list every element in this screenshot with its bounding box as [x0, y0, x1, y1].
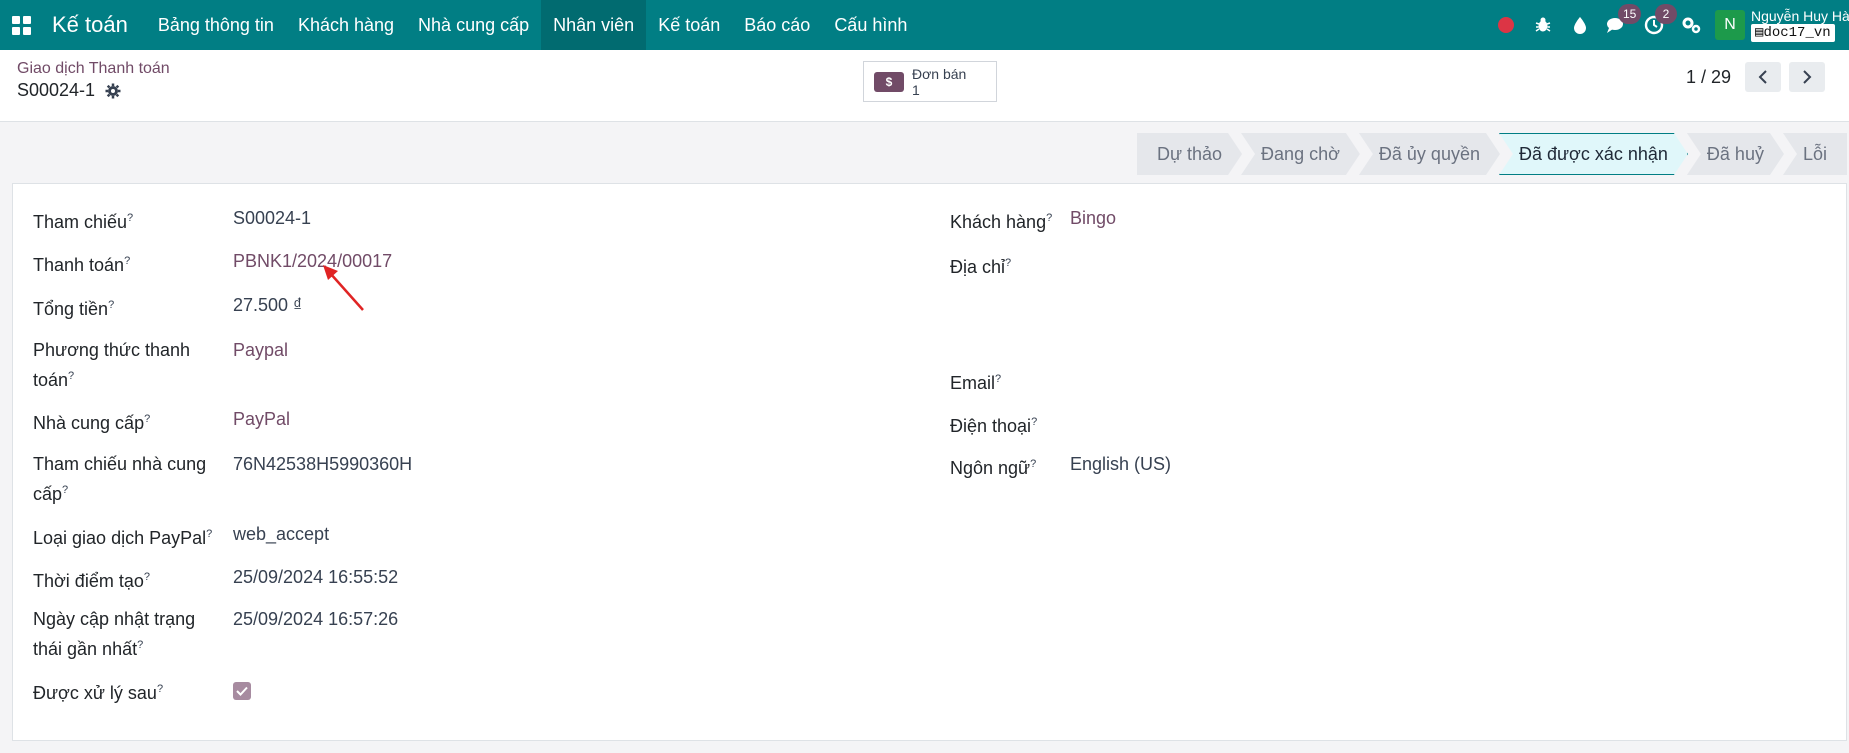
field-label: Thanh toán? [33, 255, 131, 275]
pager: 1 / 29 [1686, 62, 1825, 92]
field-create-date: Thời điểm tạo? 25/09/2024 16:55:52 [33, 564, 398, 594]
stage-draft[interactable]: Dự thảo [1137, 133, 1242, 175]
activities-icon[interactable]: 2 [1635, 0, 1677, 50]
menu-configuration[interactable]: Cấu hình [822, 0, 919, 50]
pager-next-button[interactable] [1789, 62, 1825, 92]
bug-icon[interactable] [1524, 0, 1561, 50]
status-bar: Dự thảo Đang chờ Đã ủy quyền Đã được xác… [1138, 133, 1847, 175]
breadcrumb[interactable]: Giao dịch Thanh toán [17, 60, 170, 78]
smart-button-label: Đơn bán [912, 65, 967, 82]
field-provider-reference: Tham chiếu nhà cung cấp? 76N42538H599036… [33, 451, 412, 507]
language-value: English (US) [1070, 454, 1172, 474]
messages-icon[interactable]: 15 [1598, 0, 1642, 50]
sale-orders-smart-button[interactable]: $ Đơn bán 1 [863, 61, 997, 102]
field-address: Địa chỉ? [950, 250, 1070, 280]
stage-cancelled[interactable]: Đã huỷ [1687, 133, 1784, 175]
app-brand[interactable]: Kế toán [42, 0, 146, 50]
user-name: Nguyễn Huy Hà [1751, 8, 1849, 24]
amount-value: 27.500 ₫ [233, 295, 303, 315]
record-name: S00024-1 [17, 80, 96, 100]
field-paypal-type: Loại giao dịch PayPal? web_accept [33, 521, 329, 551]
form-sheet: Tham chiếu? S00024-1 Thanh toán? PBNK1/2… [12, 183, 1847, 741]
menu-accounting[interactable]: Kế toán [646, 0, 732, 50]
field-payment-method: Phương thức thanh toán? Paypal [33, 337, 288, 393]
record-title: S00024-1 [17, 80, 121, 101]
top-navbar: Kế toán Bảng thông tin Khách hàng Nhà cu… [0, 0, 1849, 50]
field-label: Ngày cập nhật trạng thái gần nhất? [33, 609, 196, 659]
smart-button-count: 1 [912, 81, 920, 98]
field-label: Ngôn ngữ? [950, 458, 1037, 478]
field-label: Địa chỉ? [950, 257, 1012, 277]
last-state-change-value: 25/09/2024 16:57:26 [233, 609, 399, 629]
field-amount: Tổng tiền? 27.500 ₫ [33, 292, 302, 322]
field-label: Email? [950, 373, 1002, 393]
stage-pending[interactable]: Đang chờ [1241, 133, 1360, 175]
record-icon[interactable] [1487, 0, 1524, 50]
field-label: Tham chiếu nhà cung cấp? [33, 454, 207, 504]
field-customer: Khách hàng? Bingo [950, 205, 1116, 235]
stage-error[interactable]: Lỗi [1782, 133, 1847, 175]
avatar[interactable]: N [1715, 10, 1745, 40]
money-icon: $ [874, 71, 904, 92]
menu-vendors[interactable]: Nhà cung cấp [406, 0, 541, 50]
field-reference: Tham chiếu? S00024-1 [33, 205, 311, 235]
menu-reporting[interactable]: Báo cáo [732, 0, 822, 50]
stage-authorized[interactable]: Đã ủy quyền [1359, 133, 1500, 175]
annotation-arrow-icon [323, 265, 364, 311]
field-label: Phương thức thanh toán? [33, 340, 190, 390]
post-processed-checkbox[interactable] [233, 682, 251, 700]
field-language: Ngôn ngữ? English (US) [950, 451, 1171, 481]
field-label: Tổng tiền? [33, 299, 115, 319]
check-icon [236, 686, 248, 696]
settings-icon[interactable] [1672, 0, 1709, 50]
paypal-type-value: web_accept [233, 524, 330, 544]
field-label: Loại giao dịch PayPal? [33, 528, 213, 548]
field-email: Email? [950, 366, 1070, 396]
customer-link[interactable]: Bingo [1070, 205, 1116, 235]
user-menu[interactable]: Nguyễn Huy Hà ▤doc17_vn [1751, 8, 1849, 42]
database-tag: ▤doc17_vn [1751, 24, 1835, 42]
field-label: Nhà cung cấp? [33, 413, 151, 433]
field-phone: Điện thoại? [950, 409, 1070, 439]
gear-icon[interactable] [105, 83, 121, 99]
field-label: Thời điểm tạo? [33, 571, 150, 591]
control-panel: Giao dịch Thanh toán S00024-1 $ Đơn bán … [0, 50, 1849, 122]
pager-previous-button[interactable] [1745, 62, 1781, 92]
provider-reference-value: 76N42538H5990360H [233, 454, 413, 474]
field-label: Được xử lý sau? [33, 683, 164, 703]
menu-employees[interactable]: Nhân viên [541, 0, 647, 50]
field-label: Điện thoại? [950, 416, 1038, 436]
field-post-processed: Được xử lý sau? [33, 676, 251, 706]
droplet-icon[interactable] [1561, 0, 1598, 50]
field-label: Tham chiếu? [33, 212, 134, 232]
field-last-state-change: Ngày cập nhật trạng thái gần nhất? 25/09… [33, 606, 398, 662]
provider-link[interactable]: PayPal [233, 406, 290, 436]
field-label: Khách hàng? [950, 212, 1053, 232]
menu-dashboard[interactable]: Bảng thông tin [146, 0, 286, 50]
database-name: doc17_vn [1763, 25, 1831, 41]
stage-confirmed[interactable]: Đã được xác nhận [1499, 133, 1688, 175]
chevron-right-icon [1803, 70, 1812, 84]
field-provider: Nhà cung cấp? PayPal [33, 406, 290, 436]
payment-method-link[interactable]: Paypal [233, 337, 288, 393]
pager-value[interactable]: 1 / 29 [1686, 67, 1731, 88]
reference-value: S00024-1 [233, 208, 312, 228]
app-menu-icon[interactable] [0, 0, 42, 50]
menu-customers[interactable]: Khách hàng [286, 0, 406, 50]
chevron-left-icon [1758, 70, 1767, 84]
create-date-value: 25/09/2024 16:55:52 [233, 567, 399, 587]
payment-link[interactable]: PBNK1/2024/00017 [233, 248, 392, 278]
